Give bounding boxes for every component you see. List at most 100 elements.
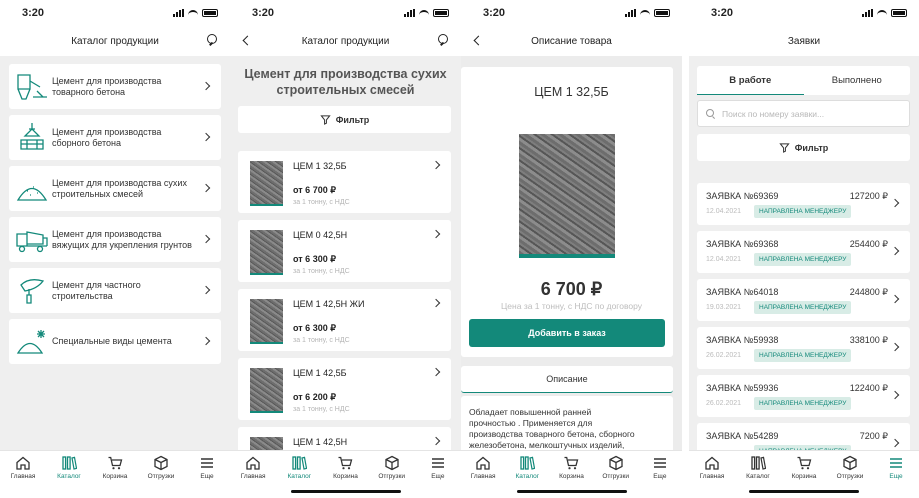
- signal-icon: [625, 9, 636, 17]
- status-badge: НАПРАВЛЕНА МЕНЕДЖЕРУ: [754, 349, 852, 362]
- search-icon: [706, 108, 716, 119]
- product-card[interactable]: ЦЕМ 1 42,5Б от 6 200 ₽ за 1 тонну, с НДС: [238, 358, 451, 420]
- category-label: Цемент для производства сухих строительн…: [52, 177, 187, 199]
- navbar: Заявки: [689, 26, 919, 56]
- catalog-screen: 3:20 Каталог продукции Цемент для произв…: [0, 0, 230, 498]
- category-item[interactable]: Цемент для производства товарного бетона: [9, 64, 221, 109]
- tab-in-progress[interactable]: В работе: [697, 66, 804, 95]
- product-card[interactable]: ЦЕМ 1 42,5Н ЖИ от 6 300 ₽ за 1 тонну, с …: [238, 289, 451, 351]
- product-price: от 6 300 ₽: [293, 254, 336, 264]
- product-name: ЦЕМ 1 32,5Б: [534, 85, 609, 99]
- status-time: 3:20: [711, 7, 734, 19]
- dry-mix-pile-icon: [16, 186, 48, 201]
- category-item[interactable]: Цемент для производства сборного бетона: [9, 115, 221, 160]
- menu-icon: [652, 455, 668, 471]
- tab-home[interactable]: Главная: [231, 455, 275, 498]
- tab-label: Главная: [470, 473, 496, 480]
- order-card[interactable]: ЗАЯВКА №59936 122400 ₽ 26.02.2021 НАПРАВ…: [697, 375, 910, 417]
- orders-segment-control: В работе Выполнено: [697, 66, 910, 95]
- shipments-box-icon: [842, 455, 858, 471]
- category-label: Цемент для производства вяжущих для укре…: [52, 228, 192, 250]
- tab-completed[interactable]: Выполнено: [804, 66, 911, 95]
- home-indicator: [516, 490, 627, 493]
- tab-shipments[interactable]: Отгрузки: [139, 455, 183, 498]
- product-name: ЦЕМ 1 42,5Б: [293, 368, 347, 378]
- order-search-input[interactable]: Поиск по номеру заявки...: [697, 100, 910, 127]
- chevron-right-icon: [201, 81, 211, 91]
- home-icon: [475, 455, 491, 471]
- search-icon[interactable]: [206, 33, 220, 47]
- product-price: от 6 300 ₽: [293, 323, 336, 333]
- filter-button[interactable]: Фильтр: [697, 134, 910, 161]
- category-item[interactable]: Цемент для производства вяжущих для укре…: [9, 217, 221, 262]
- order-card[interactable]: ЗАЯВКА №59938 338100 ₽ 26.02.2021 НАПРАВ…: [697, 327, 910, 369]
- description-line: прочностью . Применяется для: [469, 418, 593, 428]
- order-card[interactable]: ЗАЯВКА №69368 254400 ₽ 12.04.2021 НАПРАВ…: [697, 231, 910, 273]
- back-icon[interactable]: [240, 33, 254, 49]
- chevron-right-icon: [890, 438, 900, 448]
- navbar: Каталог продукции: [0, 26, 230, 56]
- product-name: ЦЕМ 1 42,5Н ЖИ: [293, 299, 365, 309]
- tab-home[interactable]: Главная: [690, 455, 734, 498]
- cart-icon: [796, 455, 812, 471]
- chevron-right-icon: [201, 234, 211, 244]
- catalog-icon: [519, 455, 535, 471]
- chevron-right-icon: [890, 390, 900, 400]
- tab-catalog[interactable]: Каталог: [47, 455, 91, 498]
- filter-label: Фильтр: [794, 142, 829, 153]
- tab-description[interactable]: Описание: [461, 366, 673, 393]
- status-badge: НАПРАВЛЕНА МЕНЕДЖЕРУ: [754, 205, 852, 218]
- tab-more[interactable]: Еще: [416, 455, 460, 498]
- tab-label: Главная: [699, 473, 725, 480]
- search-icon[interactable]: [437, 33, 451, 47]
- product-card[interactable]: ЦЕМ 1 32,5Б от 6 700 ₽ за 1 тонну, с НДС: [238, 151, 451, 213]
- product-image: [250, 299, 283, 344]
- chevron-right-icon: [890, 342, 900, 352]
- filter-icon: [779, 142, 790, 153]
- tab-more[interactable]: Еще: [874, 455, 918, 498]
- product-card[interactable]: ЦЕМ 0 42,5Н от 6 300 ₽ за 1 тонну, с НДС: [238, 220, 451, 282]
- chevron-right-icon: [431, 367, 441, 377]
- order-card[interactable]: ЗАЯВКА №69369 127200 ₽ 12.04.2021 НАПРАВ…: [697, 183, 910, 225]
- page-title: Каталог продукции: [71, 35, 159, 47]
- order-card[interactable]: ЗАЯВКА №64018 244800 ₽ 19.03.2021 НАПРАВ…: [697, 279, 910, 321]
- product-image: [250, 161, 283, 206]
- tab-more[interactable]: Еще: [185, 455, 229, 498]
- back-icon[interactable]: [471, 33, 485, 49]
- order-number: ЗАЯВКА №64018: [706, 287, 779, 297]
- tab-more[interactable]: Еще: [638, 455, 682, 498]
- tab-label: Корзина: [791, 473, 817, 480]
- wifi-icon: [419, 9, 429, 17]
- tab-home[interactable]: Главная: [1, 455, 45, 498]
- status-bar: 3:20: [0, 0, 230, 26]
- cement-truck-icon: [16, 231, 48, 253]
- description-line: Обладает повышенной ранней: [469, 407, 592, 417]
- tab-label: Отгрузки: [836, 473, 864, 480]
- description-line: производства товарного бетона, сборного: [469, 429, 635, 439]
- wifi-icon: [188, 9, 198, 17]
- category-item[interactable]: Специальные виды цемента: [9, 319, 221, 364]
- tab-bar: Главная Каталог Корзина Отгрузки Еще: [0, 450, 230, 498]
- home-indicator: [749, 490, 859, 493]
- tab-label: Еще: [889, 473, 903, 480]
- tab-cart[interactable]: Корзина: [93, 455, 137, 498]
- chevron-right-icon: [431, 436, 441, 446]
- description-text: Обладает повышенной ранней прочностью . …: [461, 396, 673, 456]
- status-bar: 3:20: [689, 0, 919, 26]
- filter-icon: [320, 114, 331, 125]
- tab-home[interactable]: Главная: [461, 455, 505, 498]
- price-unit: за 1 тонну, с НДС: [293, 268, 350, 275]
- battery-icon: [433, 9, 449, 17]
- category-item[interactable]: Цемент для производства сухих строительн…: [9, 166, 221, 211]
- page-title: Описание товара: [531, 35, 612, 47]
- shipments-box-icon: [384, 455, 400, 471]
- category-item[interactable]: Цемент для частного строительства: [9, 268, 221, 313]
- signal-icon: [404, 9, 415, 17]
- status-time: 3:20: [483, 7, 506, 19]
- shipments-box-icon: [153, 455, 169, 471]
- screen-gap: [682, 0, 689, 498]
- filter-button[interactable]: Фильтр: [238, 106, 451, 133]
- order-amount: 122400 ₽: [849, 383, 888, 393]
- add-to-order-button[interactable]: Добавить в заказ: [469, 319, 665, 347]
- filter-label: Фильтр: [335, 114, 370, 125]
